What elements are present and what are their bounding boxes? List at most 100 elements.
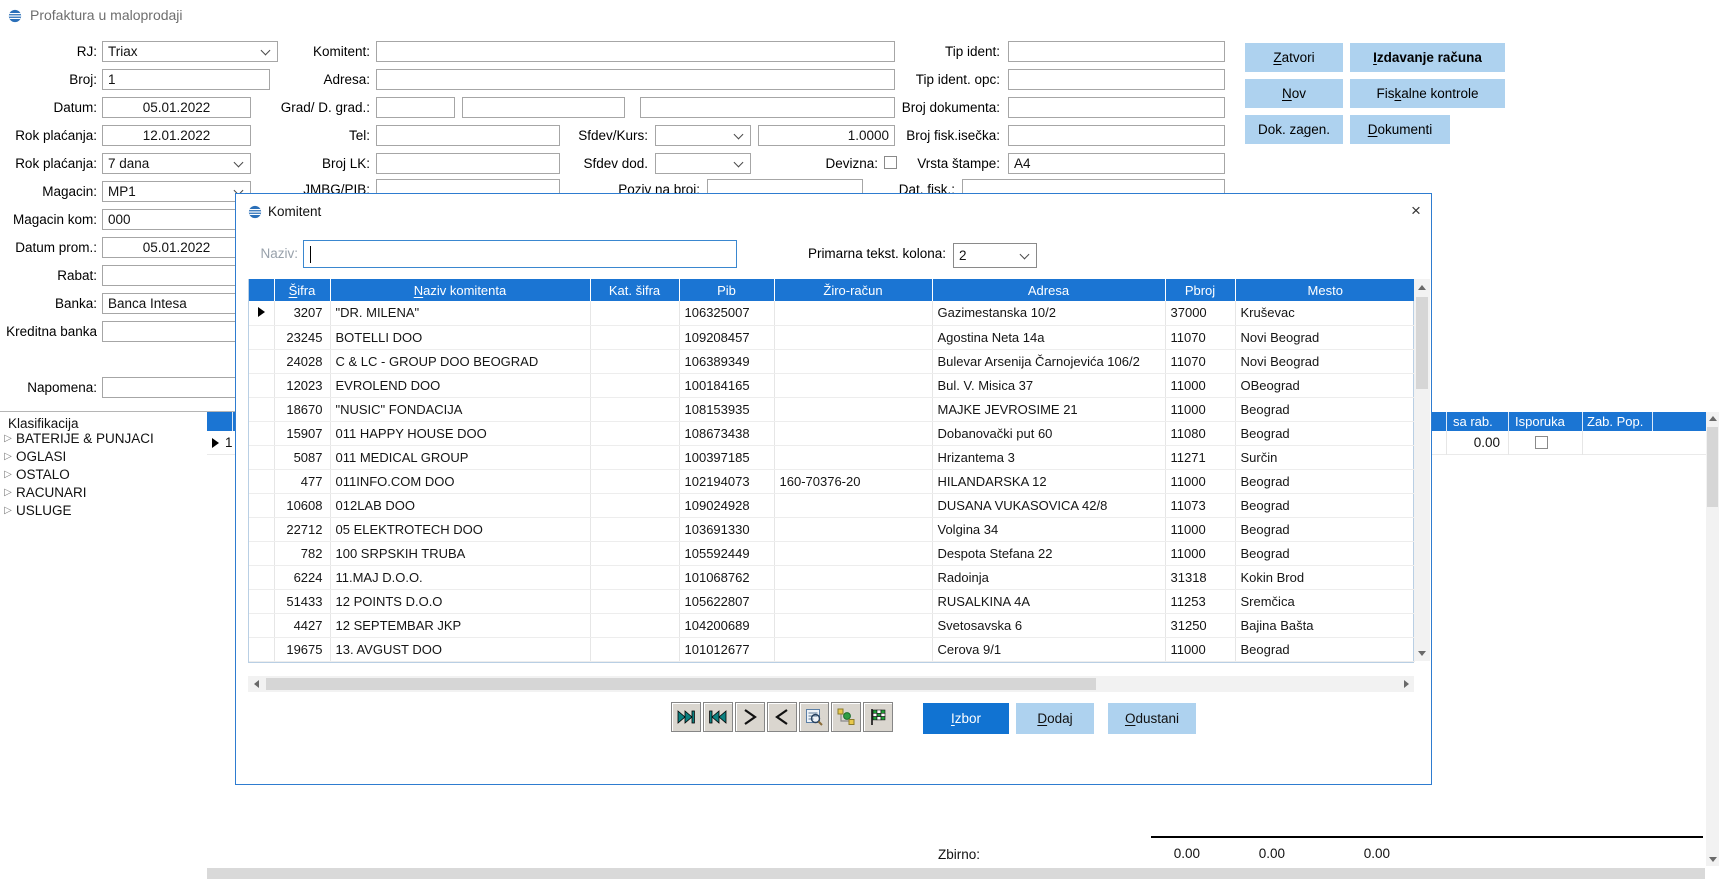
cell[interactable]: 6224: [274, 565, 330, 589]
cell[interactable]: 18670: [274, 397, 330, 421]
tel-input[interactable]: [376, 125, 560, 146]
cell[interactable]: 782: [274, 541, 330, 565]
table-vertical-scrollbar[interactable]: [1414, 279, 1430, 661]
cell[interactable]: 23245: [274, 325, 330, 349]
cell[interactable]: [774, 517, 932, 541]
cell[interactable]: 11253: [1165, 589, 1235, 613]
column-header[interactable]: Pib: [679, 279, 774, 301]
cell[interactable]: OBeograd: [1235, 373, 1415, 397]
dok-za-gen-button[interactable]: Dok. za gen.: [1245, 115, 1343, 144]
rok-placanja-datum-input[interactable]: 12.01.2022: [102, 125, 251, 146]
isporuka-checkbox[interactable]: [1535, 436, 1548, 449]
cell[interactable]: [774, 541, 932, 565]
cell[interactable]: 11070: [1165, 349, 1235, 373]
cell[interactable]: [590, 469, 679, 493]
column-header-isporuka[interactable]: Isporuka: [1515, 412, 1565, 431]
cell[interactable]: 100 SRPSKIH TRUBA: [330, 541, 590, 565]
scroll-down-icon[interactable]: [1418, 651, 1426, 656]
tree-item[interactable]: ▷OGLASI: [0, 448, 205, 466]
cell[interactable]: HILANDARSKA 12: [932, 469, 1165, 493]
expand-triangle-icon[interactable]: ▷: [0, 448, 16, 466]
table-row[interactable]: 12023EVROLEND DOO100184165Bul. V. Misica…: [249, 373, 1415, 397]
cell[interactable]: 12023: [274, 373, 330, 397]
cell[interactable]: Beograd: [1235, 397, 1415, 421]
cell[interactable]: 105592449: [679, 541, 774, 565]
cell[interactable]: Agostina Neta 14a: [932, 325, 1165, 349]
cell[interactable]: Beograd: [1235, 493, 1415, 517]
next-group-button[interactable]: [735, 702, 765, 732]
column-header[interactable]: Šifra: [274, 279, 330, 301]
cell[interactable]: 11271: [1165, 445, 1235, 469]
adresa-input[interactable]: [376, 69, 895, 90]
cell[interactable]: 11080: [1165, 421, 1235, 445]
tree-item[interactable]: ▷RACUNARI: [0, 484, 205, 502]
cell[interactable]: 24028: [274, 349, 330, 373]
cell[interactable]: EVROLEND DOO: [330, 373, 590, 397]
tree-item[interactable]: ▷BATERIJE & PUNJACI: [0, 430, 205, 448]
cell[interactable]: DUSANA VUKASOVICA 42/8: [932, 493, 1165, 517]
cell[interactable]: C & LC - GROUP DOO BEOGRAD: [330, 349, 590, 373]
cell[interactable]: Svetosavska 6: [932, 613, 1165, 637]
sfdev-select[interactable]: [655, 125, 751, 146]
cell[interactable]: 106389349: [679, 349, 774, 373]
cell[interactable]: 100184165: [679, 373, 774, 397]
broj-dokumenta-input[interactable]: [1008, 97, 1225, 118]
cell[interactable]: Beograd: [1235, 541, 1415, 565]
expand-triangle-icon[interactable]: ▷: [0, 466, 16, 484]
cell[interactable]: Bulevar Arsenija Čarnojevića 106/2: [932, 349, 1165, 373]
cell[interactable]: 011INFO.COM DOO: [330, 469, 590, 493]
cell[interactable]: 108153935: [679, 397, 774, 421]
expand-triangle-icon[interactable]: ▷: [0, 502, 16, 520]
cell[interactable]: [590, 301, 679, 325]
dodaj-button[interactable]: Dodaj: [1016, 703, 1094, 734]
zatvori-button[interactable]: Zatvori: [1245, 43, 1343, 72]
cell[interactable]: 011 HAPPY HOUSE DOO: [330, 421, 590, 445]
column-header[interactable]: Adresa: [932, 279, 1165, 301]
column-header-zab-pop[interactable]: Zab. Pop.: [1587, 412, 1643, 431]
cell[interactable]: 11000: [1165, 469, 1235, 493]
cell[interactable]: 12 SEPTEMBAR JKP: [330, 613, 590, 637]
cell[interactable]: 11000: [1165, 373, 1235, 397]
column-header[interactable]: Mesto: [1235, 279, 1415, 301]
cell[interactable]: Kokin Brod: [1235, 565, 1415, 589]
komitent-input[interactable]: [376, 41, 895, 62]
izdavanje-racuna-button[interactable]: Izdavanje računa: [1350, 43, 1505, 72]
magacin-select[interactable]: MP1: [102, 181, 251, 202]
cell[interactable]: "DR. MILENA": [330, 301, 590, 325]
finish-flag-button[interactable]: [863, 702, 893, 732]
cell[interactable]: 102194073: [679, 469, 774, 493]
cell[interactable]: Beograd: [1235, 469, 1415, 493]
cell[interactable]: 31250: [1165, 613, 1235, 637]
scroll-right-icon[interactable]: [1404, 680, 1409, 688]
scroll-up-icon[interactable]: [1418, 285, 1426, 290]
rabat-input[interactable]: [102, 265, 251, 286]
table-row[interactable]: 442712 SEPTEMBAR JKP104200689Svetosavska…: [249, 613, 1415, 637]
cell[interactable]: 19675: [274, 637, 330, 661]
cell[interactable]: 11070: [1165, 325, 1235, 349]
cell[interactable]: [774, 397, 932, 421]
cell[interactable]: 22712: [274, 517, 330, 541]
cell[interactable]: [774, 373, 932, 397]
cell[interactable]: 11000: [1165, 517, 1235, 541]
cell[interactable]: Gazimestanska 10/2: [932, 301, 1165, 325]
cell[interactable]: 108673438: [679, 421, 774, 445]
previous-group-button[interactable]: [767, 702, 797, 732]
table-row[interactable]: 5087011 MEDICAL GROUP100397185Hrizantema…: [249, 445, 1415, 469]
cell[interactable]: [774, 445, 932, 469]
cell[interactable]: 101012677: [679, 637, 774, 661]
expand-triangle-icon[interactable]: ▷: [0, 484, 16, 502]
cell[interactable]: Radoinja: [932, 565, 1165, 589]
cell[interactable]: Novi Beograd: [1235, 325, 1415, 349]
cell[interactable]: 109024928: [679, 493, 774, 517]
cell[interactable]: 477: [274, 469, 330, 493]
datum-prom-input[interactable]: 05.01.2022: [102, 237, 251, 258]
cell[interactable]: [590, 589, 679, 613]
tip-ident-input[interactable]: [1008, 41, 1225, 62]
table-row[interactable]: 1967513. AVGUST DOO101012677Cerova 9/111…: [249, 637, 1415, 661]
rok-placanja-select[interactable]: 7 dana: [102, 153, 251, 174]
scroll-left-icon[interactable]: [254, 680, 259, 688]
cell[interactable]: 4427: [274, 613, 330, 637]
datum-input[interactable]: 05.01.2022: [102, 97, 251, 118]
cell[interactable]: 3207: [274, 301, 330, 325]
sfdev-dod-select[interactable]: [655, 153, 751, 174]
